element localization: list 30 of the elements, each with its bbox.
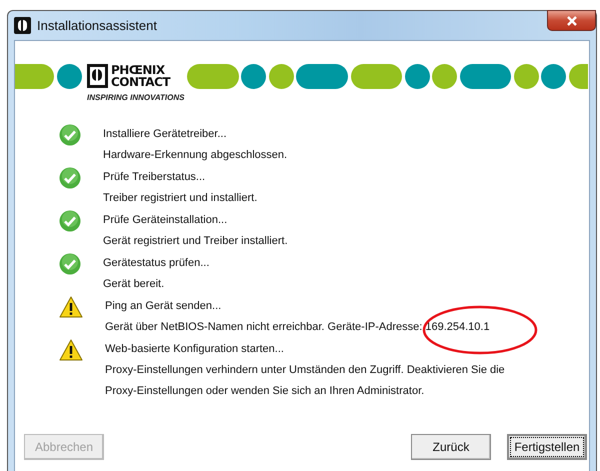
step-title: Prüfe Treiberstatus... [103,170,206,185]
check-circle-icon [59,253,81,275]
window-title: Installationsassistent [37,18,157,33]
warning-icon [59,339,83,361]
logo-text: PHŒNIX [111,64,166,76]
step-title: Ping an Gerät senden... [105,299,222,314]
app-icon [14,17,31,34]
step-detail: Treiber registriert und installiert. [103,191,258,206]
warning-icon [59,296,83,318]
logo-icon [87,64,108,88]
check-circle-icon [59,124,81,146]
step-detail: Gerät registriert und Treiber installiert. [103,234,288,249]
step-detail: Proxy-Einstellungen oder wenden Sie sich an Ihren Administrator. [105,384,426,399]
step-detail: Proxy-Einstellungen verhindern unter Umständen den Zugriff. Deaktivieren Sie die [105,363,505,378]
step-title: Prüfe Geräteinstallation... [103,213,228,228]
logo-text: CONTACT [111,76,170,88]
check-circle-icon [59,167,81,189]
dialog-button[interactable]: Zurück [411,434,491,460]
step-title: Gerätestatus prüfen... [103,256,210,271]
dialog-button[interactable]: Fertigstellen [507,434,587,460]
step-detail: Hardware-Erkennung abgeschlossen. [103,148,288,163]
step-title: Web-basierte Konfiguration starten... [105,342,285,357]
banner-drawing [15,64,83,89]
step-detail: Gerät über NetBIOS-Namen nicht erreichbar. Geräte-IP-Adresse: 169.254.10.1 [105,320,490,335]
step-title: Installiere Gerätetreiber... [103,127,228,142]
close-icon [566,16,578,26]
logo-tagline: INSPIRING INNOVATIONS [87,93,184,102]
close-button[interactable] [547,10,596,31]
step-detail: Gerät bereit. [103,277,166,292]
check-circle-icon [59,210,81,232]
